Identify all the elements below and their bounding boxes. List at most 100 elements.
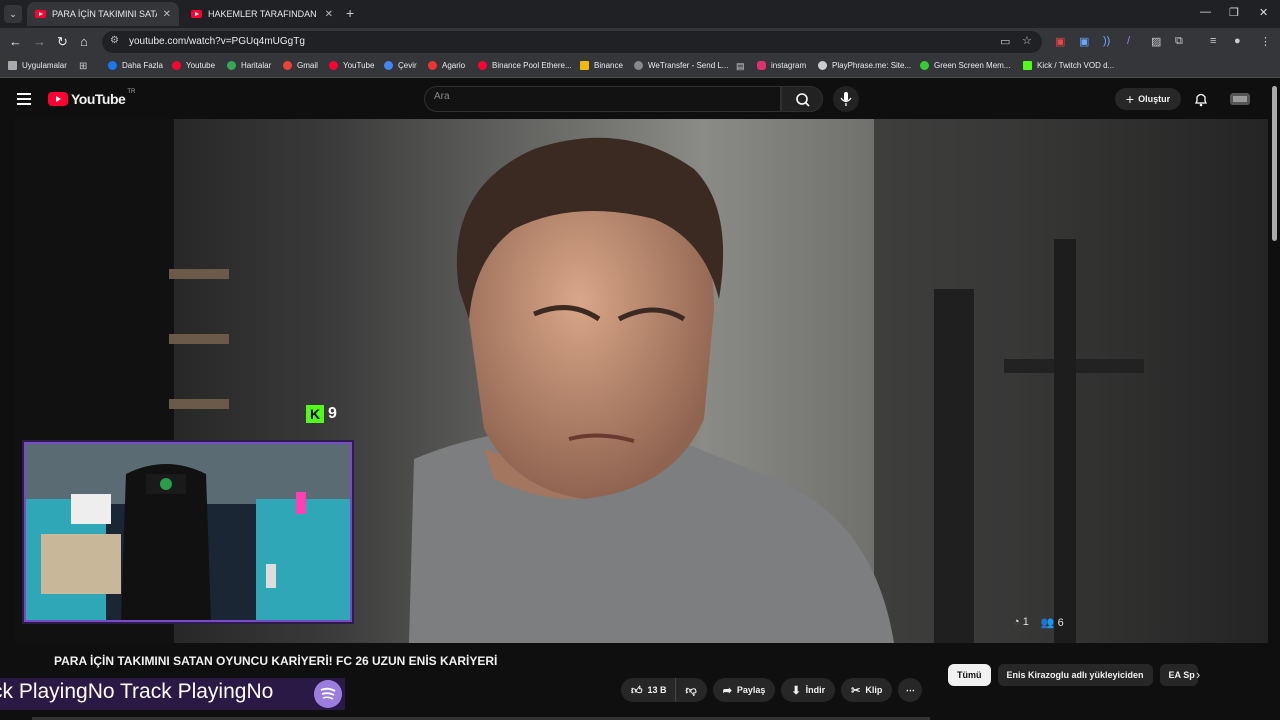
bookmark-item[interactable]: Haritalar [227,61,271,70]
create-label: Oluştur [1138,94,1171,104]
search-box[interactable] [424,86,781,112]
youtube-logo[interactable]: YouTube TR [48,89,135,107]
download-label: İndir [805,685,826,695]
extension-translate-icon[interactable]: ▣ [1079,35,1089,48]
like-count: 13 B [647,685,667,695]
restore-icon[interactable]: ❐ [1229,6,1239,19]
apps-icon [8,61,17,70]
share-button[interactable]: ➦ Paylaş [712,678,776,702]
forward-icon[interactable]: → [33,34,46,49]
browser-menu-icon[interactable]: ⋮ [1260,35,1271,48]
tab-close-icon[interactable]: ✕ [163,9,171,20]
bookmark-label: WeTransfer - Send L... [648,61,729,70]
reading-list-icon[interactable]: ≡ [1210,35,1216,47]
bookmark-item[interactable]: Daha Fazla [108,61,163,70]
bookmark-item[interactable]: Gmail [283,61,318,70]
kick-count: 9 [328,405,337,422]
tab-close-icon[interactable]: ✕ [325,9,333,20]
plus-icon: + [1125,91,1135,107]
like-button[interactable]: 👍︎ 13 B [621,678,675,702]
gmail-icon [283,61,292,70]
bookmark-item[interactable]: Binance [580,61,623,70]
webcam-image [26,444,350,620]
youtube-icon [329,61,338,70]
overlay-stats: ◔ 1 👥 6 [1013,616,1064,629]
video-actions: 👍︎ 13 B 👎︎ ➦ Paylaş ⬇ İndir ✂ Klip ⋯ [621,678,923,702]
extension-news-icon[interactable]: ▣ [1055,35,1065,48]
extensions-puzzle-icon[interactable]: ⧉ [1175,35,1183,48]
clip-button[interactable]: ✂ Klip [841,678,893,702]
bookmark-item[interactable]: PlayPhrase.me: Site... [818,61,911,70]
dislike-button[interactable]: 👎︎ [674,678,707,702]
stat-value: 6 [1057,617,1064,629]
bookmark-item[interactable]: ▤ [736,61,745,72]
browser-tab-strip: ⌄ PARA İÇİN TAKIMINI SATAN OYU ✕ HAKEMLE… [0,0,1280,28]
extension-audio-icon[interactable]: )) [1103,35,1110,47]
bookmark-star-icon[interactable]: ☆ [1022,34,1032,47]
url-text: youtube.com/watch?v=PGUq4mUGgTg [129,36,305,47]
bookmark-item[interactable]: Agario [428,61,465,70]
users-icon: 👥 [1040,617,1055,629]
extension-pen-icon[interactable]: / [1127,35,1130,47]
grid-icon: ⊞ [79,61,88,72]
bookmark-item[interactable]: instagram [757,61,806,70]
close-window-icon[interactable]: ✕ [1259,6,1268,19]
profile-avatar-icon[interactable]: ● [1234,35,1241,47]
spotify-icon [314,680,342,708]
new-tab-icon[interactable]: + [346,5,354,21]
bookmarks-bar: Uygulamalar ⊞ Daha Fazla Youtube Harital… [0,56,1280,78]
translate-icon [384,61,393,70]
bookmark-item[interactable]: Binance Pool Ethere... [478,61,572,70]
bookmark-label: Gmail [297,61,318,70]
bookmark-item[interactable]: Green Screen Mem... [920,61,1010,70]
more-actions-button[interactable]: ⋯ [898,678,923,702]
bookmark-item[interactable]: Kick / Twitch VOD d... [1023,61,1114,70]
voice-search-button[interactable] [833,86,859,112]
bookmark-item[interactable]: Uygulamalar [8,61,67,70]
bookmark-item[interactable]: Çevir [384,61,417,70]
page-scrollbar[interactable] [1272,86,1277,241]
tab-active[interactable]: PARA İÇİN TAKIMINI SATAN OYU ✕ [27,2,179,26]
search-input[interactable] [434,91,734,102]
chip-ea-sports[interactable]: EA Sp [1159,664,1198,686]
bookmark-label: Kick / Twitch VOD d... [1037,61,1115,70]
tab-inactive[interactable]: HAKEMLER TARAFINDAN KOLL ✕ [183,2,341,26]
maps-icon [227,61,236,70]
cast-icon[interactable]: ▭ [1000,35,1010,48]
home-icon[interactable]: ⌂ [80,34,88,49]
address-bar[interactable]: ⚙ youtube.com/watch?v=PGUq4mUGgTg ▭ ☆ [102,31,1042,53]
bookmark-item[interactable]: Youtube [172,61,215,70]
hamburger-menu-icon[interactable] [17,93,31,105]
notifications-bell-icon[interactable] [1193,91,1209,107]
chevron-right-icon[interactable]: › [1196,667,1200,682]
facebook-icon [108,61,117,70]
bookmark-label: Çevir [398,61,417,70]
browser-toolbar: ← → ↻ ⌂ ⚙ youtube.com/watch?v=PGUq4mUGgT… [0,28,1280,56]
overlay-stat-1: ◔ 1 [1013,616,1029,629]
search-button[interactable] [781,86,823,112]
extension-image-icon[interactable]: ▨ [1151,35,1161,48]
site-info-icon[interactable]: ⚙ [110,35,119,46]
minimize-icon[interactable]: — [1200,6,1211,18]
chip-from-uploader[interactable]: Enis Kirazoglu adlı yükleyiciden [997,664,1153,686]
reload-icon[interactable]: ↻ [57,34,68,50]
bookmark-label: PlayPhrase.me: Site... [832,61,912,70]
kick-icon [1023,61,1032,70]
back-icon[interactable]: ← [9,34,22,49]
clock-icon: ◔ [1013,616,1020,628]
thumbs-down-icon: 👎︎ [685,684,697,697]
chip-all[interactable]: Tümü [948,664,991,686]
agario-icon [428,61,437,70]
scissors-icon: ✂ [851,684,861,697]
download-button[interactable]: ⬇ İndir [781,678,836,702]
bookmark-item[interactable]: ⊞ [79,61,87,72]
account-avatar-icon[interactable] [1229,90,1251,108]
create-button[interactable]: + Oluştur [1115,88,1181,110]
bookmark-item[interactable]: WeTransfer - Send L... [634,61,728,70]
share-icon: ➦ [722,684,732,697]
youtube-play-icon [48,92,68,106]
youtube-header: YouTube TR + Oluştur [0,79,1280,119]
bookmark-item[interactable]: YouTube [329,61,374,70]
tab-search-button[interactable]: ⌄ [4,5,22,23]
bookmark-label: Binance Pool Ethere... [492,61,572,70]
